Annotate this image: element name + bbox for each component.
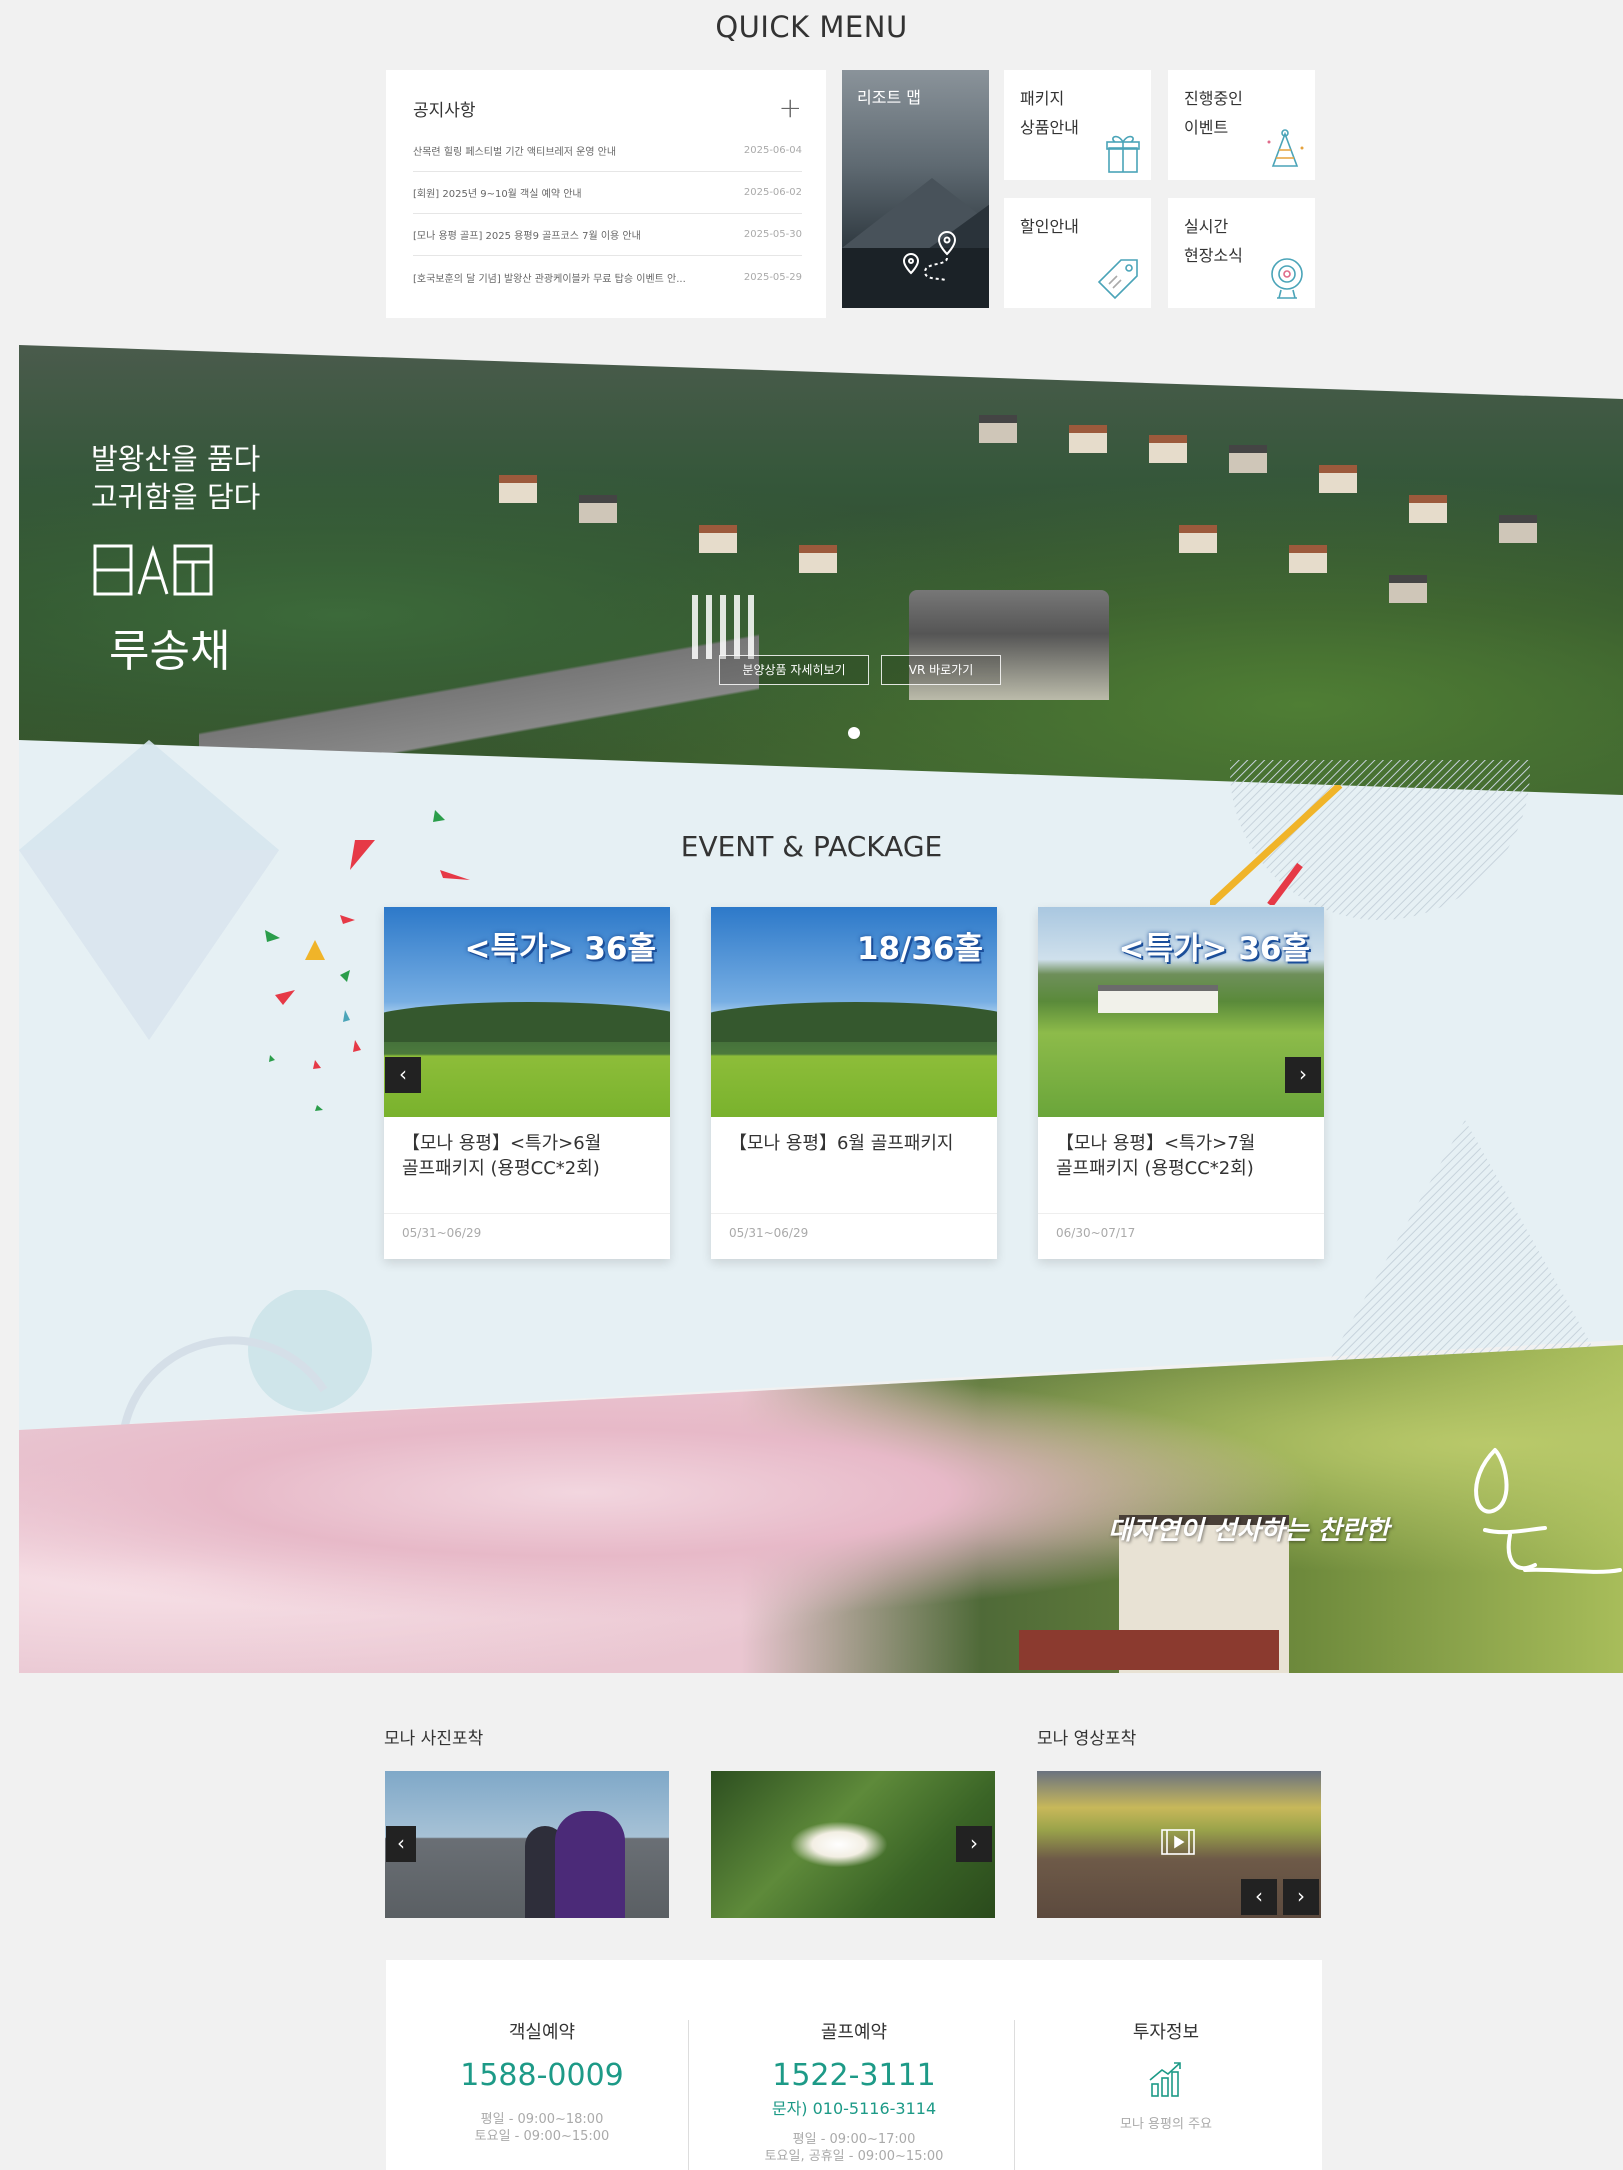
room-hours-weekday: 평일 - 09:00~18:00 xyxy=(480,2112,604,2127)
notice-item-title[interactable]: [모나 용평 골프] 2025 용평9 골프코스 7월 이용 안내 xyxy=(413,227,641,242)
list-item[interactable]: [호국보훈의 달 기념] 발왕산 관광케이블카 무료 탑승 이벤트 안... 2… xyxy=(413,256,802,298)
notice-item-date: 2025-06-02 xyxy=(743,187,802,198)
party-hat-icon xyxy=(1267,129,1304,167)
resort-map-tile[interactable]: 리조트 맵 xyxy=(842,70,989,308)
event-card-image: <특가> 36홀 xyxy=(1038,907,1324,1117)
event-card-date: 06/30~07/17 xyxy=(1038,1213,1324,1252)
golf-hours-weekend: 토요일, 공휴일 - 09:00~15:00 xyxy=(764,2149,944,2164)
package-info-tile[interactable]: 패키지 상품안내 xyxy=(1004,70,1151,180)
investment-info-title: 투자정보 xyxy=(1132,2022,1200,2043)
video-next-button[interactable]: › xyxy=(1283,1879,1319,1915)
hero-tagline-line2: 고귀함을 담다 xyxy=(91,480,261,514)
tag-icon xyxy=(1097,259,1138,300)
golf-reservation-title: 골프예약 xyxy=(820,2022,888,2043)
notice-item-title[interactable]: [회원] 2025년 9~10월 객실 예약 안내 xyxy=(413,185,582,200)
notice-list: 산목련 힐링 페스티벌 기간 액티브레저 운영 안내 2025-06-04 [회… xyxy=(413,130,802,298)
spring-banner-text: 대자연이 선사하는 찬란한 xyxy=(1108,1516,1390,1546)
golf-sms-number[interactable]: 문자) 010-5116-3114 xyxy=(698,2095,1010,2119)
room-reservation-title: 객실예약 xyxy=(508,2022,576,2043)
notice-item-title[interactable]: 산목련 힐링 페스티벌 기간 액티브레저 운영 안내 xyxy=(413,143,616,158)
list-item[interactable]: [모나 용평 골프] 2025 용평9 골프코스 7월 이용 안내 2025-0… xyxy=(413,214,802,256)
hero-tagline: 발왕산을 품다 고귀함을 담다 xyxy=(91,440,260,516)
tile-label: 패키지 xyxy=(1020,89,1065,108)
notice-item-date: 2025-05-29 xyxy=(743,271,802,283)
event-package-title: EVENT & PACKAGE xyxy=(680,830,943,863)
photo-prev-button[interactable]: ‹ xyxy=(386,1826,416,1862)
quick-menu-title: QUICK MENU xyxy=(715,10,908,44)
event-card-date: 05/31~06/29 xyxy=(711,1213,997,1252)
notice-item-date: 2025-05-30 xyxy=(743,229,802,240)
event-card[interactable]: <특가> 36홀 【모나 용평】<특가>6월 골프패키지 (용평CC*2회) 0… xyxy=(384,907,670,1259)
event-prev-button[interactable]: ‹ xyxy=(385,1057,421,1093)
event-card[interactable]: 18/36홀 【모나 용평】6월 골프패키지 05/31~06/29 xyxy=(711,907,997,1259)
event-card-title: 【모나 용평】<특가>6월 골프패키지 (용평CC*2회) xyxy=(402,1133,602,1179)
event-card-image: 18/36홀 xyxy=(711,907,997,1117)
golf-reservation-phone[interactable]: 1522-3111 xyxy=(698,2058,1010,2093)
notice-item-title[interactable]: [호국보훈의 달 기념] 발왕산 관광케이블카 무료 탑승 이벤트 안... xyxy=(413,270,686,285)
event-next-button[interactable]: › xyxy=(1285,1057,1321,1093)
chart-growth-icon xyxy=(1149,2062,1181,2097)
event-card-date: 05/31~06/29 xyxy=(384,1213,670,1252)
film-play-icon xyxy=(1161,1829,1195,1855)
discount-info-tile[interactable]: 할인안내 xyxy=(1004,198,1151,308)
tile-label: 진행중인 xyxy=(1184,89,1243,108)
gallery-photo[interactable] xyxy=(385,1771,669,1918)
tile-label: 할인안내 xyxy=(1020,217,1079,236)
photo-next-button[interactable]: › xyxy=(956,1826,992,1862)
photo-gallery-title: 모나 사진포착 xyxy=(384,1729,484,1749)
notice-item-date: 2025-06-04 xyxy=(743,145,802,156)
investment-info-desc: 모나 용평의 주요 xyxy=(1120,2117,1212,2132)
contact-panel: 객실예약 1588-0009 평일 - 09:00~18:00 토요일 - 09… xyxy=(386,1960,1322,2170)
sale-detail-button[interactable]: 분양상품 자세히보기 xyxy=(719,655,869,685)
list-item[interactable]: 산목련 힐링 페스티벌 기간 액티브레저 운영 안내 2025-06-04 xyxy=(413,130,802,172)
video-prev-button[interactable]: ‹ xyxy=(1241,1879,1277,1915)
gallery-video[interactable] xyxy=(1037,1771,1321,1918)
vr-button[interactable]: VR 바로가기 xyxy=(881,655,1001,685)
map-route-icon xyxy=(902,230,957,281)
list-item[interactable]: [회원] 2025년 9~10월 객실 예약 안내 2025-06-02 xyxy=(413,172,802,214)
ongoing-event-tile[interactable]: 진행중인 이벤트 xyxy=(1168,70,1315,180)
golf-hours-weekday: 평일 - 09:00~17:00 xyxy=(792,2132,916,2147)
tile-label: 실시간 xyxy=(1184,217,1229,236)
notice-board: 공지사항 + 산목련 힐링 페스티벌 기간 액티브레저 운영 안내 2025-0… xyxy=(386,70,826,318)
video-gallery-title: 모나 영상포착 xyxy=(1037,1729,1137,1749)
resort-map-label: 리조트 맵 xyxy=(857,88,921,107)
event-card-badge: <특가> 36홀 xyxy=(1118,931,1310,967)
event-card-badge: 18/36홀 xyxy=(856,931,983,967)
diamond-decoration xyxy=(19,740,279,1040)
gift-icon xyxy=(1106,135,1140,173)
plus-icon[interactable]: + xyxy=(779,94,802,122)
hero-banner: 발왕산을 품다 고귀함을 담다 루송채 분양상품 자세히보기 VR 바로가기 xyxy=(19,345,1623,795)
gallery-photo[interactable] xyxy=(711,1771,995,1918)
event-card-title: 【모나 용평】<특가>7월 골프패키지 (용평CC*2회) xyxy=(1056,1133,1256,1179)
room-reservation: 객실예약 1588-0009 평일 - 09:00~18:00 토요일 - 09… xyxy=(386,1960,698,2170)
spring-calligraphy xyxy=(1474,1448,1622,1574)
event-card-title: 【모나 용평】6월 골프패키지 xyxy=(729,1133,954,1154)
triangle-decoration xyxy=(1330,1120,1600,1360)
golf-reservation: 골프예약 1522-3111 문자) 010-5116-3114 평일 - 09… xyxy=(698,1960,1010,2170)
room-hours-saturday: 토요일 - 09:00~15:00 xyxy=(474,2129,610,2144)
notice-header: 공지사항 + xyxy=(413,94,802,122)
room-reservation-phone[interactable]: 1588-0009 xyxy=(386,2058,698,2093)
brand-logo xyxy=(93,544,213,596)
event-card[interactable]: <특가> 36홀 【모나 용평】<특가>7월 골프패키지 (용평CC*2회) 0… xyxy=(1038,907,1324,1259)
hero-tagline-line1: 발왕산을 품다 xyxy=(91,442,261,476)
investment-info[interactable]: 투자정보 모나 용평의 주요 xyxy=(1010,1960,1322,2170)
live-news-tile[interactable]: 실시간 현장소식 xyxy=(1168,198,1315,308)
event-card-image: <특가> 36홀 xyxy=(384,907,670,1117)
event-card-badge: <특가> 36홀 xyxy=(464,931,656,967)
notice-title: 공지사항 xyxy=(413,100,476,121)
brand-logo-text: 루송채 xyxy=(109,626,231,677)
webcam-icon xyxy=(1271,258,1303,299)
carousel-dot[interactable] xyxy=(848,727,860,739)
